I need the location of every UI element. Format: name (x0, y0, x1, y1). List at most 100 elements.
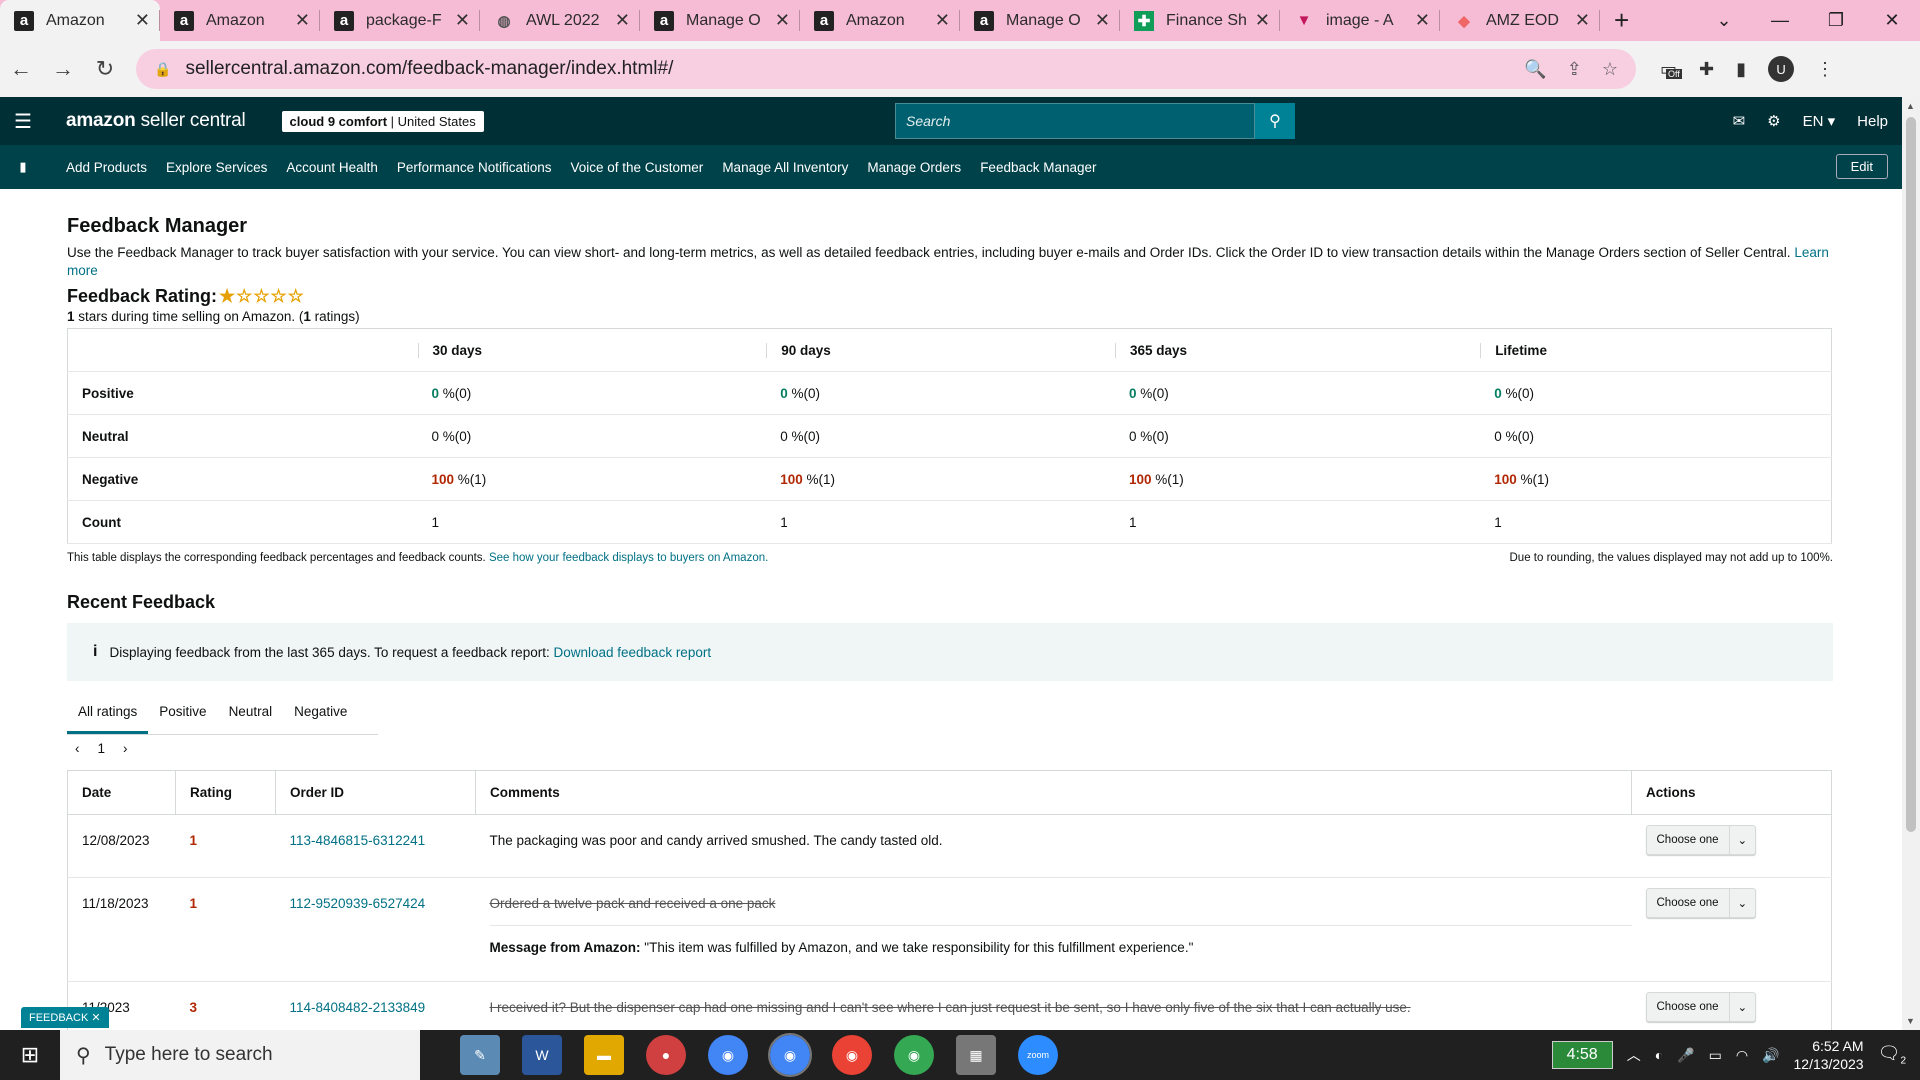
menu-dots-icon[interactable]: ⋮ (1816, 59, 1834, 80)
battery-icon[interactable]: ▭ (1709, 1047, 1722, 1064)
scrollbar-thumb[interactable] (1906, 117, 1916, 832)
close-tab-icon[interactable]: ✕ (455, 10, 470, 31)
nav-item[interactable]: Manage Orders (867, 160, 961, 175)
nav-item[interactable]: Add Products (66, 160, 147, 175)
browser-tab[interactable]: a package-F ✕ (320, 0, 480, 41)
nav-item[interactable]: Voice of the Customer (570, 160, 703, 175)
order-id-link[interactable]: 114-8408482-2133849 (290, 1000, 426, 1015)
puzzle-icon[interactable]: ✚ (1699, 59, 1714, 80)
close-tab-icon[interactable]: ✕ (615, 10, 630, 31)
action-dropdown[interactable]: Choose one ⌄ (1645, 888, 1757, 918)
chevron-up-icon[interactable]: ︿ (1627, 1045, 1641, 1065)
action-dropdown[interactable]: Choose one ⌄ (1645, 825, 1757, 855)
calculator-icon[interactable]: ▦ (956, 1035, 996, 1075)
tab-positive[interactable]: Positive (148, 694, 217, 734)
browser-tab[interactable]: ◆ AMZ EOD ✕ (1440, 0, 1600, 41)
sidebar-icon[interactable]: ▮ (1736, 59, 1746, 80)
file-explorer-icon[interactable]: ▬ (584, 1035, 624, 1075)
browser-tab[interactable]: ✚ Finance Sh ✕ (1120, 0, 1280, 41)
reload-icon[interactable]: ↻ (84, 56, 126, 82)
chrome-icon[interactable]: ◉ (894, 1035, 934, 1075)
wifi-icon[interactable]: ◠ (1736, 1047, 1748, 1064)
close-tab-icon[interactable]: ✕ (1575, 10, 1590, 31)
clock[interactable]: 6:52 AM 12/13/2023 (1794, 1037, 1864, 1073)
chrome-icon[interactable]: ◉ (832, 1035, 872, 1075)
volume-icon[interactable]: 🔊 (1762, 1047, 1779, 1064)
word-icon[interactable]: W (522, 1035, 562, 1075)
close-tab-icon[interactable]: ✕ (135, 10, 150, 31)
bookmark-icon[interactable]: ▮ (0, 159, 46, 175)
microphone-icon[interactable]: 🎤 (1677, 1047, 1694, 1064)
close-window-button[interactable]: ✕ (1864, 10, 1920, 31)
extension-icon[interactable]: ▭Off (1660, 59, 1682, 80)
chevron-down-icon[interactable]: ⌄ (1728, 992, 1756, 1022)
search-button[interactable]: ⚲ (1255, 103, 1295, 139)
buyer-display-link[interactable]: See how your feedback displays to buyers… (489, 552, 768, 564)
close-tab-icon[interactable]: ✕ (1415, 10, 1430, 31)
search-input[interactable]: Search (895, 103, 1255, 139)
browser-tab[interactable]: a Manage O ✕ (640, 0, 800, 41)
page-scrollbar[interactable]: ▲ ▼ (1902, 97, 1920, 1030)
chevron-down-icon[interactable]: ⌄ (1728, 825, 1756, 855)
scroll-up-icon[interactable]: ▲ (1906, 101, 1915, 111)
restore-button[interactable]: ❐ (1808, 10, 1864, 31)
windows-start-icon[interactable]: ⊞ (0, 1042, 60, 1068)
network-icon[interactable]: ◐ (1655, 1047, 1663, 1063)
nav-item[interactable]: Explore Services (166, 160, 267, 175)
chrome-icon[interactable]: ◉ (768, 1033, 812, 1077)
close-tab-icon[interactable]: ✕ (935, 10, 950, 31)
order-id-link[interactable]: 112-9520939-6527424 (290, 896, 426, 911)
chevron-down-icon[interactable]: ⌄ (1728, 888, 1756, 918)
close-tab-icon[interactable]: ✕ (1255, 10, 1270, 31)
settings-gear-icon[interactable]: ⚙ (1767, 112, 1780, 130)
lock-icon[interactable]: 🔒 (154, 61, 171, 78)
close-tab-icon[interactable]: ✕ (775, 10, 790, 31)
browser-tab[interactable]: ◍ AWL 2022 ✕ (480, 0, 640, 41)
feedback-widget-tab[interactable]: FEEDBACK ✕ (21, 1007, 109, 1028)
seller-central-logo[interactable]: amazon seller central (66, 110, 246, 132)
current-page[interactable]: 1 (98, 741, 106, 756)
hamburger-menu-icon[interactable]: ☰ (0, 109, 46, 134)
notepad-icon[interactable]: ✎ (460, 1035, 500, 1075)
notification-icon[interactable]: 🗨2 (1878, 1043, 1906, 1067)
edit-nav-button[interactable]: Edit (1835, 154, 1888, 179)
next-page-icon[interactable]: › (123, 741, 128, 756)
browser-tab[interactable]: a Amazon ✕ (160, 0, 320, 41)
minimize-button[interactable]: — (1752, 10, 1808, 31)
action-dropdown[interactable]: Choose one ⌄ (1645, 992, 1757, 1022)
taskbar-search[interactable]: ⚲ Type here to search (60, 1030, 420, 1080)
tab-all-ratings[interactable]: All ratings (67, 694, 149, 734)
browser-tab[interactable]: a Manage O ✕ (960, 0, 1120, 41)
help-link[interactable]: Help (1857, 113, 1888, 130)
bookmark-star-icon[interactable]: ☆ (1602, 59, 1618, 80)
browser-tab[interactable]: a Amazon ✕ (0, 0, 160, 41)
share-icon[interactable]: ⇪ (1567, 59, 1582, 80)
tab-neutral[interactable]: Neutral (218, 694, 284, 734)
new-tab-button[interactable]: + (1614, 5, 1629, 36)
close-tab-icon[interactable]: ✕ (295, 10, 310, 31)
zoom-icon[interactable]: zoom (1018, 1035, 1058, 1075)
forward-icon[interactable]: → (42, 56, 84, 82)
app-icon[interactable]: ● (646, 1035, 686, 1075)
scroll-down-icon[interactable]: ▼ (1906, 1016, 1915, 1026)
nav-item[interactable]: Account Health (286, 160, 378, 175)
browser-tab[interactable]: ▼ image - A ✕ (1280, 0, 1440, 41)
nav-item[interactable]: Manage All Inventory (722, 160, 848, 175)
profile-avatar[interactable]: U (1768, 56, 1795, 82)
language-selector[interactable]: EN ▾ (1803, 112, 1836, 130)
order-id-link[interactable]: 113-4846815-6312241 (290, 833, 426, 848)
marketplace-switcher[interactable]: cloud 9 comfort | United States (281, 110, 484, 132)
prev-page-icon[interactable]: ‹ (75, 741, 80, 756)
timer-widget[interactable]: 4:58 (1551, 1041, 1613, 1069)
zoom-icon[interactable]: 🔍 (1524, 59, 1546, 80)
chrome-icon[interactable]: ◉ (708, 1035, 748, 1075)
nav-item[interactable]: Performance Notifications (397, 160, 552, 175)
mail-icon[interactable]: ✉ (1733, 112, 1746, 130)
browser-tab[interactable]: a Amazon ✕ (800, 0, 960, 41)
close-tab-icon[interactable]: ✕ (1095, 10, 1110, 31)
url-bar[interactable]: 🔒 sellercentral.amazon.com/feedback-mana… (136, 49, 1636, 89)
tab-negative[interactable]: Negative (283, 694, 358, 734)
tab-search-icon[interactable]: ⌄ (1696, 10, 1752, 31)
download-report-link[interactable]: Download feedback report (553, 645, 711, 660)
nav-item[interactable]: Feedback Manager (980, 160, 1096, 175)
